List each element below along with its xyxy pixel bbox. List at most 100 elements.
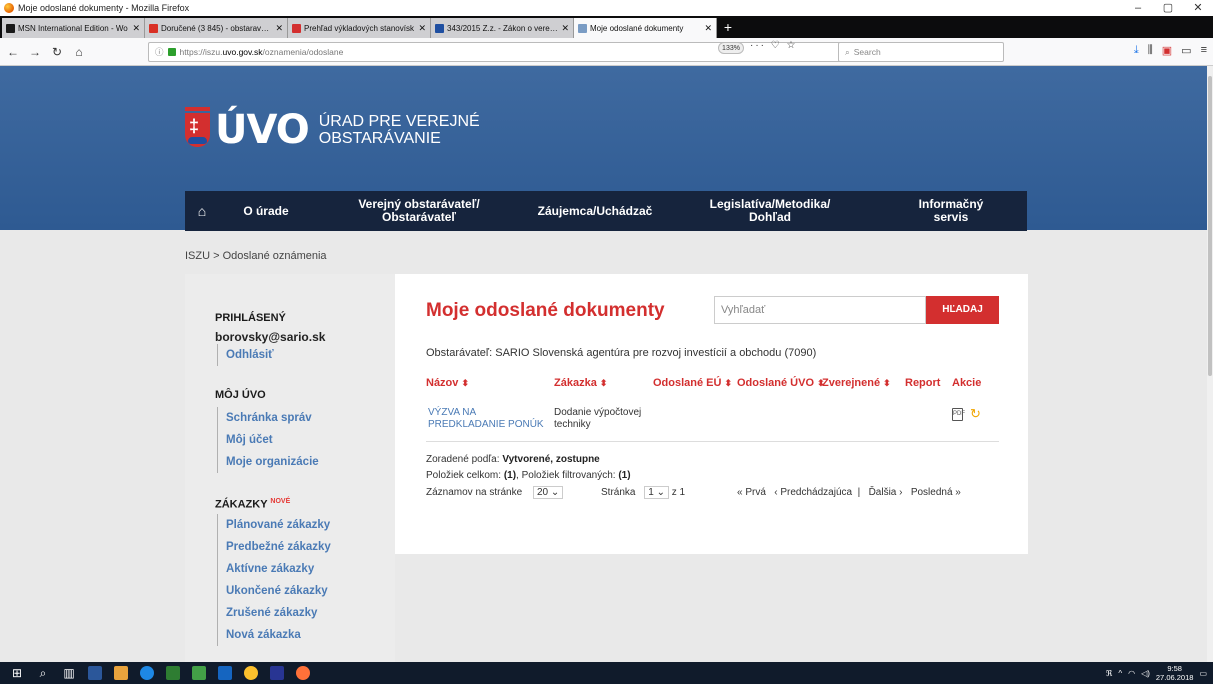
sidebar-item-finished[interactable]: Ukončené zákazky — [217, 580, 328, 602]
tab-label: Moje odoslané dokumenty — [590, 23, 684, 33]
close-button[interactable]: ✕ — [1183, 0, 1213, 16]
tab-zakon[interactable]: 343/2015 Z.z. - Zákon o verejno ✕ — [431, 18, 574, 38]
chevron-down-icon: ⌄ — [550, 487, 560, 498]
nav-informacny-servis[interactable]: Informačný servis — [875, 191, 1027, 231]
tab-close-icon[interactable]: ✕ — [275, 23, 283, 34]
column-header-zakazka[interactable]: Zákazka ⬍ — [554, 377, 607, 389]
nav-verejny-obstaravatel[interactable]: Verejný obstarávateľ/ Obstarávateľ — [313, 191, 525, 231]
task-view-icon[interactable]: ▥ — [62, 666, 76, 680]
extension-icon[interactable]: ▣ — [1162, 44, 1172, 57]
excel-icon[interactable] — [166, 666, 180, 680]
people-icon[interactable]: ℜ — [1106, 669, 1113, 678]
volume-icon[interactable]: ◁) — [1141, 669, 1150, 678]
browser-search-box[interactable]: ⌕ Search — [838, 42, 1004, 62]
page-select[interactable]: 1 ⌄ — [644, 486, 669, 499]
document-name-link[interactable]: VÝZVA NA PREDKLADANIE PONÚK — [428, 407, 548, 431]
notification-icon[interactable]: ▭ — [1199, 669, 1207, 678]
reload-icon[interactable]: ↻ — [48, 45, 66, 59]
search-input[interactable]: Vyhľadať — [714, 296, 926, 324]
tab-close-icon[interactable]: ✕ — [561, 23, 569, 34]
nav-legislativa[interactable]: Legislatíva/Metodika/ Dohľad — [665, 191, 875, 231]
column-label: Odoslané EÚ — [653, 377, 722, 389]
sidebar-item-cancelled[interactable]: Zrušené zákazky — [217, 602, 317, 624]
store-icon[interactable] — [114, 666, 128, 680]
tab-uvo-stanoviska[interactable]: Prehľad výkladových stanovísk ✕ — [288, 18, 431, 38]
clock[interactable]: 9:58 27.06.2018 — [1156, 664, 1194, 682]
sort-icon[interactable]: ⬍ — [461, 378, 469, 388]
page-actions-icon[interactable]: ··· ♡ ☆ — [750, 40, 797, 51]
info-icon[interactable]: ⓘ — [155, 46, 164, 58]
logout-link[interactable]: Odhlásiť — [217, 344, 274, 366]
firefox-taskbar-icon[interactable] — [296, 666, 310, 680]
column-header-odoslane-eu[interactable]: Odoslané EÚ ⬍ — [653, 377, 732, 389]
sidebar-item-planned[interactable]: Plánované zákazky — [217, 514, 330, 536]
browser-toolbar: ← → ↻ ⌂ ⓘ https://iszu. uvo.gov.sk/ozname… — [0, 38, 1213, 66]
tab-msn[interactable]: MSN International Edition - Wo ✕ — [2, 18, 145, 38]
pagination-first[interactable]: « Prvá — [737, 487, 766, 498]
chevron-up-icon[interactable]: ^ — [1118, 669, 1122, 678]
menu-icon[interactable]: ≡ — [1201, 44, 1207, 57]
sidebar-icon[interactable]: ▭ — [1181, 44, 1191, 57]
column-header-zverejnene[interactable]: Zverejnené ⬍ — [822, 377, 891, 389]
page-scrollbar[interactable] — [1207, 66, 1213, 662]
download-icon[interactable]: ⤓ — [1134, 44, 1139, 57]
sidebar-item-active[interactable]: Aktívne zákazky — [217, 558, 314, 580]
per-page-select[interactable]: 20 ⌄ — [532, 486, 564, 499]
sidebar-item-new-contract[interactable]: Nová zákazka — [217, 624, 301, 646]
home-icon[interactable]: ⌂ — [70, 45, 88, 59]
back-arrow-icon[interactable]: ← — [4, 45, 22, 59]
forward-arrow-icon[interactable]: → — [26, 45, 44, 59]
sort-info-label: Zoradené podľa: — [426, 454, 500, 465]
uvo-logo[interactable]: ‡ ÚVO ÚRAD PRE VEREJNÉ OBSTARÁVANIE — [185, 107, 480, 153]
tab-close-icon[interactable]: ✕ — [418, 23, 426, 34]
ie-icon[interactable] — [140, 666, 154, 680]
nav-zaujemca-uchadzac[interactable]: Záujemca/Uchádzač — [525, 191, 665, 231]
items-total-label: Položiek celkom: — [426, 470, 502, 481]
logo-text: ÚRAD PRE VEREJNÉ OBSTARÁVANIE — [319, 113, 480, 147]
windows-start-icon[interactable]: ⊞ — [10, 666, 24, 680]
pagination-prev[interactable]: ‹ Predchádzajúca — [774, 487, 852, 498]
search-button[interactable]: HĽADAJ — [926, 296, 999, 324]
pagination-last[interactable]: Posledná » — [911, 487, 961, 498]
per-page-label: Záznamov na stránke — [426, 487, 523, 498]
refresh-icon[interactable]: ↻ — [970, 406, 981, 422]
sidebar-item-inbox[interactable]: Schránka správ — [217, 407, 312, 429]
zoom-indicator[interactable]: 133% — [718, 42, 744, 54]
slov-lex-favicon-icon — [435, 23, 444, 33]
minimize-button[interactable]: – — [1123, 0, 1153, 16]
user-email: borovsky@sario.sk — [215, 330, 326, 344]
page-value: 1 — [648, 487, 654, 498]
tab-close-icon[interactable]: ✕ — [132, 23, 140, 34]
sort-icon[interactable]: ⬍ — [725, 378, 733, 388]
breadcrumb[interactable]: ISZU > Odoslané oznámenia — [185, 250, 327, 262]
maximize-button[interactable]: ▢ — [1153, 0, 1183, 16]
library-icon[interactable]: ⫼ — [1148, 44, 1153, 57]
new-tab-button[interactable]: + — [717, 16, 739, 38]
sidebar-item-preliminary[interactable]: Predbežné zákazky — [217, 536, 331, 558]
tab-moje-dokumenty[interactable]: Moje odoslané dokumenty ✕ — [574, 18, 717, 38]
tab-gmail[interactable]: Doručené (3 845) - obstaravatel ✕ — [145, 18, 288, 38]
word-icon[interactable] — [218, 666, 232, 680]
sidebar-item-account[interactable]: Môj účet — [217, 429, 273, 451]
network-icon[interactable]: ◠ — [1128, 669, 1135, 678]
items-filtered-value: (1) — [618, 470, 631, 481]
per-page-value: 20 — [536, 487, 549, 498]
sort-icon[interactable]: ⬍ — [600, 378, 608, 388]
outlook-icon[interactable] — [270, 666, 284, 680]
sort-icon[interactable]: ⬍ — [883, 378, 891, 388]
pdf-icon[interactable]: PDF — [952, 408, 965, 421]
file-explorer-icon[interactable] — [88, 666, 102, 680]
tab-label: 343/2015 Z.z. - Zákon o verejno — [447, 23, 559, 33]
app-icon[interactable] — [192, 666, 206, 680]
pagination-next[interactable]: Ďalšia › — [869, 487, 903, 498]
items-filtered-label: , Položiek filtrovaných: — [516, 470, 616, 481]
tab-close-icon[interactable]: ✕ — [704, 23, 712, 34]
sidebar-item-organizations[interactable]: Moje organizácie — [217, 451, 319, 473]
contracts-heading: ZÁKAZKY NOVÉ — [215, 498, 290, 511]
column-header-odoslane-uvo[interactable]: Odoslané ÚVO ⬍ — [737, 377, 825, 389]
nav-home-icon[interactable]: ⌂ — [185, 191, 219, 231]
search-icon[interactable]: ⌕ — [36, 666, 50, 680]
nav-o-urade[interactable]: O úrade — [219, 191, 313, 231]
chrome-icon[interactable] — [244, 666, 258, 680]
column-header-nazov[interactable]: Názov ⬍ — [426, 377, 469, 389]
